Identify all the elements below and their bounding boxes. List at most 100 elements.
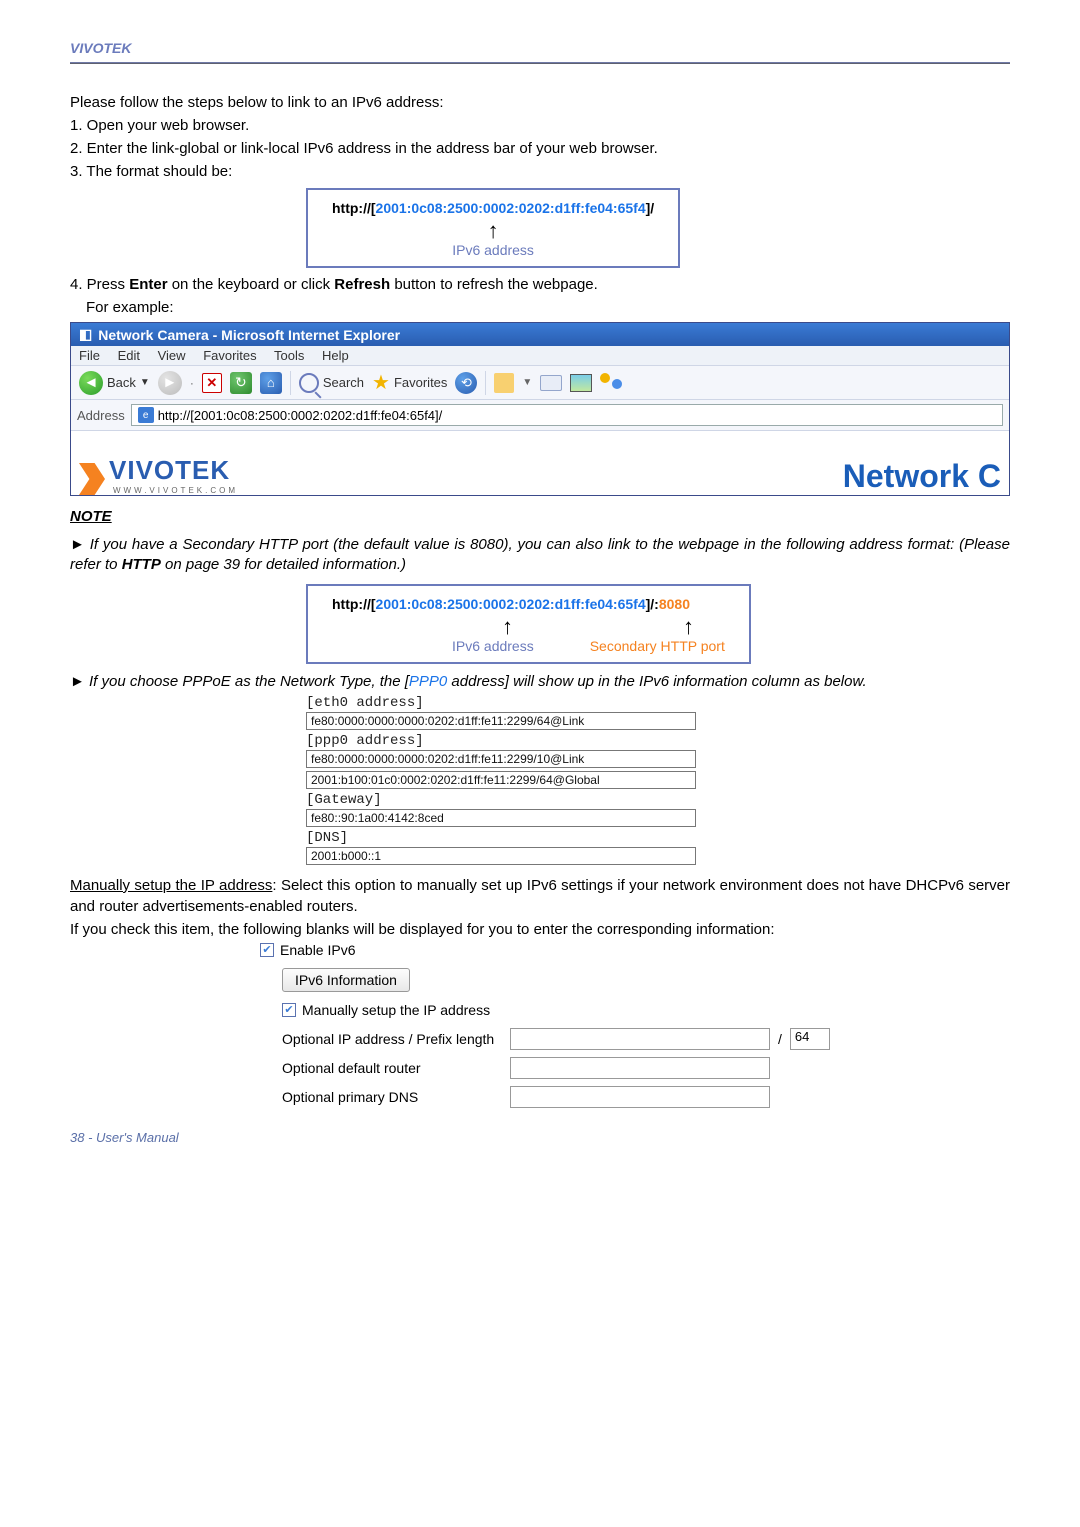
separator [290,371,291,395]
eth0-header: [eth0 address] [306,695,1010,711]
page-heading-network: Network C [843,458,1001,495]
note2c: address] will show up in the IPv6 inform… [447,673,866,690]
arrow-up-icon-2b: ↑ [683,614,694,640]
note-paragraph-1: ► If you have a Secondary HTTP port (the… [70,535,1010,576]
stop-button[interactable]: ✕ [202,373,222,393]
vivotek-mark-icon [79,463,105,495]
ipv6-information-button[interactable]: IPv6 Information [282,968,410,992]
note-paragraph-2: ► If you choose PPPoE as the Network Typ… [70,672,1010,692]
step4-enter: Enter [129,276,167,293]
vivotek-logo-text: VIVOTEK [109,455,238,486]
ie-toolbar: ◄ Back ▼ ► · ✕ ↻ ⌂ Search ★Favorites ⟲ ▼ [71,366,1009,400]
optional-ip-input[interactable] [510,1028,770,1050]
forward-button[interactable]: ► [158,371,182,395]
prefix-slash: / [778,1031,782,1047]
ie-window: ◧ Network Camera - Microsoft Internet Ex… [70,322,1010,496]
optional-router-label: Optional default router [282,1060,502,1076]
ipv6-address-label: IPv6 address [332,242,654,258]
menu-tools[interactable]: Tools [274,348,304,363]
search-icon [299,373,319,393]
address-input[interactable]: e http://[2001:0c08:2500:0002:0202:d1ff:… [131,404,1003,426]
ppp0-value-2: 2001:b100:01c0:0002:0202:d1ff:fe11:2299/… [306,771,696,789]
dd-icon: ▼ [522,377,532,388]
optional-dns-label: Optional primary DNS [282,1089,502,1105]
history-button[interactable]: ⟲ [455,372,477,394]
messenger-icon[interactable] [600,373,622,393]
manual-setup-paragraph: Manually setup the IP address: Select th… [70,875,1010,917]
note-p1c: on page 39 for detailed information.) [161,556,406,573]
optional-router-input[interactable] [510,1057,770,1079]
page-header-brand: VIVOTEK [70,40,1010,62]
optional-ip-label: Optional IP address / Prefix length [282,1031,502,1047]
refresh-button[interactable]: ↻ [230,372,252,394]
dns-header: [DNS] [306,830,1010,846]
step4-c: on the keyboard or click [168,276,335,293]
address-label: Address [77,408,125,423]
optional-router-row: Optional default router [282,1057,1010,1079]
back-button[interactable]: ◄ Back ▼ [79,371,150,395]
url-format-text: http://[2001:0c08:2500:0002:0202:d1ff:fe… [332,200,654,216]
gateway-header: [Gateway] [306,792,1010,808]
fwd-sep: · [190,376,194,390]
menu-help[interactable]: Help [322,348,349,363]
ipv6-config-block: ✔ Enable IPv6 IPv6 Information ✔ Manuall… [260,942,1010,1108]
intro-line-3: 2. Enter the link-global or link-local I… [70,138,1010,159]
url2-ipv6: 2001:0c08:2500:0002:0202:d1ff:fe04:65f4 [376,596,646,612]
optional-dns-input[interactable] [510,1086,770,1108]
prefix-length-input[interactable]: 64 [790,1028,830,1050]
secondary-port-label: Secondary HTTP port [590,638,725,654]
menu-file[interactable]: File [79,348,100,363]
ppp0-value-1: fe80:0000:0000:0000:0202:d1ff:fe11:2299/… [306,750,696,768]
ie-logo-icon: ◧ [79,326,92,343]
ie-address-bar: Address e http://[2001:0c08:2500:0002:02… [71,400,1009,431]
eth0-value: fe80:0000:0000:0000:0202:d1ff:fe11:2299/… [306,712,696,730]
ppp0-header: [ppp0 address] [306,733,1010,749]
menu-favorites[interactable]: Favorites [203,348,256,363]
separator-2 [485,371,486,395]
arrow-up-icon-2a: ↑ [502,614,513,640]
manual-setup-label: Manually setup the IP address [302,1002,490,1018]
ie-window-title: Network Camera - Microsoft Internet Expl… [98,327,400,343]
intro-line-2: 1. Open your web browser. [70,115,1010,136]
arrow-up-icon: ↑ [488,218,499,244]
optional-dns-row: Optional primary DNS [282,1086,1010,1108]
optional-ip-row: Optional IP address / Prefix length / 64 [282,1028,1010,1050]
enable-ipv6-label: Enable IPv6 [280,942,356,958]
manual-setup-checkbox[interactable]: ✔ Manually setup the IP address [282,1002,1010,1018]
address-url: http://[2001:0c08:2500:0002:0202:d1ff:fe… [158,408,443,423]
checkbox-icon-2: ✔ [282,1003,296,1017]
ie-menubar: File Edit View Favorites Tools Help [71,346,1009,366]
menu-view[interactable]: View [158,348,186,363]
note2-ppp0: PPP0 [409,673,447,690]
intro-line-1: Please follow the steps below to link to… [70,92,1010,113]
back-dropdown-icon: ▼ [140,377,150,388]
enable-ipv6-checkbox[interactable]: ✔ Enable IPv6 [260,942,1010,958]
url2-suffix: /: [650,596,659,612]
url-prefix: http:// [332,200,371,216]
manual-setup-paragraph-2: If you check this item, the following bl… [70,919,1010,940]
menu-edit[interactable]: Edit [118,348,140,363]
checkbox-icon: ✔ [260,943,274,957]
back-arrow-icon: ◄ [79,371,103,395]
home-button[interactable]: ⌂ [260,372,282,394]
picture-icon[interactable] [570,374,592,392]
note-p1b: HTTP [122,556,161,573]
note2a: ► If you choose PPPoE as the Network Typ… [70,673,409,690]
ie-content-area: VIVOTEK WWW.VIVOTEK.COM Network C [71,431,1009,495]
url2-prefix: http:// [332,596,371,612]
search-label: Search [323,375,364,390]
url-ipv6: 2001:0c08:2500:0002:0202:d1ff:fe04:65f4 [376,200,646,216]
back-label: Back [107,375,136,390]
url2-port: 8080 [659,596,690,612]
search-button[interactable]: Search [299,373,364,393]
page-icon: e [138,407,154,423]
page-footer: 38 - User's Manual [70,1130,1010,1145]
star-icon: ★ [372,370,390,395]
note-heading: NOTE [70,508,1010,525]
favorites-button[interactable]: ★Favorites [372,370,447,395]
folder-icon[interactable] [494,373,514,393]
step4-refresh: Refresh [334,276,390,293]
ipv6-info-block: [eth0 address] fe80:0000:0000:0000:0202:… [306,695,1010,865]
mail-icon[interactable] [540,375,562,391]
ipv6-address-label-2: IPv6 address [452,638,534,654]
